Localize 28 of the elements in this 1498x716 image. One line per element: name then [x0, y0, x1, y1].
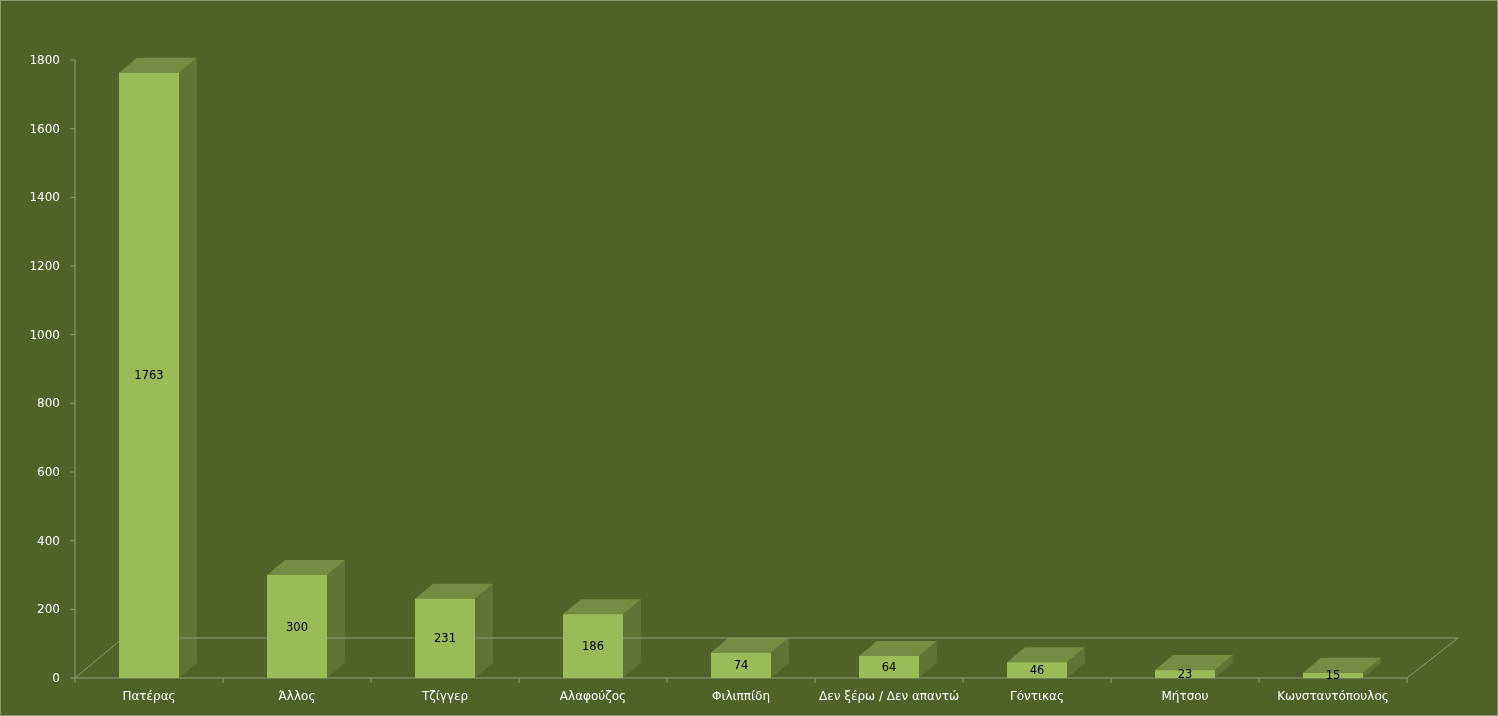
- category-label: Πατέρας: [122, 689, 176, 703]
- axis-label: 0: [52, 671, 60, 685]
- category-label: Φιλιππίδη: [711, 689, 771, 703]
- data-label: 15: [1325, 668, 1341, 683]
- category-label: Κωνσταντόπουλος: [1277, 689, 1389, 703]
- category-label: Αλαφούζος: [559, 689, 627, 703]
- axis-label: 1000: [29, 327, 60, 342]
- data-label: 23: [1177, 667, 1193, 682]
- data-label: 186: [582, 639, 604, 654]
- data-label: 300: [286, 619, 308, 634]
- data-label: 74: [733, 658, 749, 673]
- axis-label: 1600: [29, 121, 60, 136]
- axis-label: 1400: [29, 190, 60, 205]
- data-label: 46: [1029, 663, 1045, 678]
- category-label: Δεν ξέρω / Δεν απαντώ: [819, 689, 959, 703]
- axis-label: 1200: [29, 259, 60, 273]
- data-label: 1763: [134, 368, 164, 383]
- category-label: Τζίγγερ: [421, 689, 469, 703]
- data-label: 64: [881, 660, 897, 674]
- axis-label: 600: [37, 465, 60, 479]
- data-label: 231: [434, 631, 456, 646]
- axis-label: 400: [37, 533, 60, 548]
- axis-label: 800: [37, 396, 60, 411]
- category-label: Μήτσου: [1161, 689, 1209, 703]
- axis-label: 200: [37, 602, 60, 617]
- axis-label: 1800: [29, 53, 60, 67]
- category-label: Άλλος: [278, 689, 316, 703]
- category-label: Γόντικας: [1010, 689, 1064, 703]
